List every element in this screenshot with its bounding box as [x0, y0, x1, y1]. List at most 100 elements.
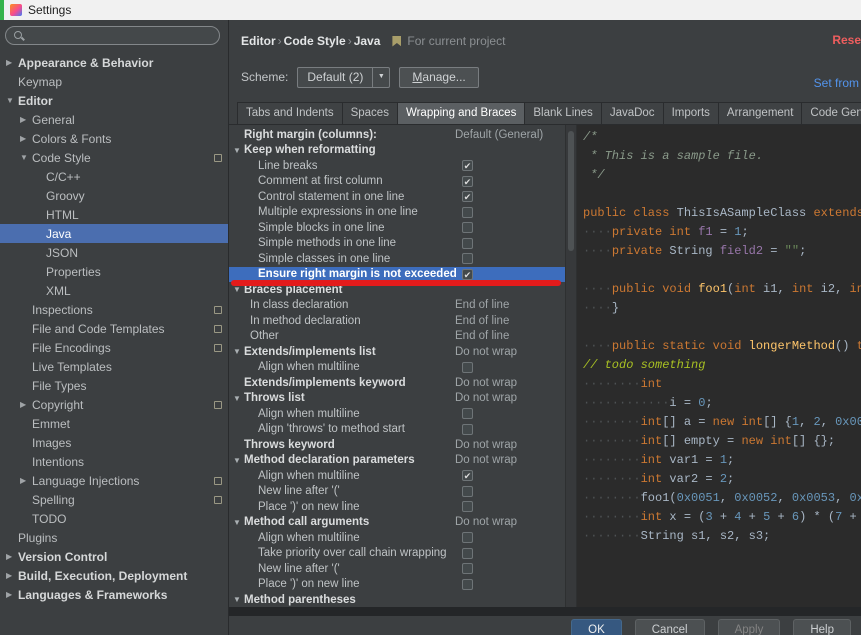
chevron-right-icon[interactable]: ▶ [20, 134, 32, 143]
manage-button[interactable]: Manage... [399, 67, 478, 88]
settings-row-new-line-after[interactable]: New line after '(' [229, 484, 565, 500]
settings-row-take-priority-over-call-chain-wrapping[interactable]: Take priority over call chain wrapping [229, 546, 565, 562]
sidebar-item-code-style[interactable]: ▼Code Style [0, 148, 228, 167]
tab-tabs-and-indents[interactable]: Tabs and Indents [237, 102, 343, 124]
chevron-right-icon[interactable]: ▶ [20, 400, 32, 409]
setting-value[interactable]: End of line [455, 330, 509, 342]
setting-value[interactable]: End of line [455, 299, 509, 311]
settings-row-method-call-arguments[interactable]: ▼Method call argumentsDo not wrap [229, 515, 565, 531]
checkbox-checked[interactable]: ✔ [462, 176, 473, 187]
sidebar-item-file-and-code-templates[interactable]: File and Code Templates [0, 319, 228, 338]
sidebar-item-language-injections[interactable]: ▶Language Injections [0, 471, 228, 490]
chevron-right-icon[interactable]: ▶ [6, 590, 18, 599]
chevron-right-icon[interactable]: ▶ [6, 571, 18, 580]
sidebar-item-file-encodings[interactable]: File Encodings [0, 338, 228, 357]
checkbox[interactable] [462, 253, 473, 264]
tab-arrangement[interactable]: Arrangement [718, 102, 802, 124]
sidebar-item-colors-fonts[interactable]: ▶Colors & Fonts [0, 129, 228, 148]
chevron-down-icon[interactable]: ▼ [233, 347, 244, 356]
tab-blank-lines[interactable]: Blank Lines [524, 102, 601, 124]
settings-row-in-class-declaration[interactable]: In class declarationEnd of line [229, 298, 565, 314]
settings-row-in-method-declaration[interactable]: In method declarationEnd of line [229, 313, 565, 329]
code-preview[interactable]: /* * This is a sample file. */ public cl… [577, 125, 861, 607]
sidebar-item-json[interactable]: JSON [0, 243, 228, 262]
sidebar-item-groovy[interactable]: Groovy [0, 186, 228, 205]
tab-javadoc[interactable]: JavaDoc [601, 102, 664, 124]
settings-row-control-statement-in-one-line[interactable]: Control statement in one line✔ [229, 189, 565, 205]
scheme-select[interactable]: Default (2) ▼ [297, 67, 390, 88]
help-button[interactable]: Help [793, 619, 851, 635]
breadcrumb-segment[interactable]: Editor [241, 34, 276, 48]
settings-row-align-when-multiline[interactable]: Align when multiline✔ [229, 468, 565, 484]
checkbox[interactable] [462, 532, 473, 543]
sidebar-item-plugins[interactable]: Plugins [0, 528, 228, 547]
search-box[interactable] [5, 26, 220, 45]
checkbox-checked[interactable]: ✔ [462, 269, 473, 280]
cancel-button[interactable]: Cancel [635, 619, 705, 635]
setting-value[interactable]: Do not wrap [455, 377, 517, 389]
setting-value[interactable]: Do not wrap [455, 346, 517, 358]
settings-row-simple-blocks-in-one-line[interactable]: Simple blocks in one line [229, 220, 565, 236]
chevron-down-icon[interactable]: ▼ [20, 153, 32, 162]
checkbox[interactable] [462, 563, 473, 574]
checkbox[interactable] [462, 362, 473, 373]
sidebar-item-images[interactable]: Images [0, 433, 228, 452]
checkbox[interactable] [462, 207, 473, 218]
setting-value[interactable]: Default (General) [455, 129, 543, 141]
settings-row-right-margin-columns[interactable]: Right margin (columns):Default (General) [229, 127, 565, 143]
chevron-right-icon[interactable]: ▶ [6, 58, 18, 67]
ok-button[interactable]: OK [571, 619, 622, 635]
settings-row-throws-keyword[interactable]: Throws keywordDo not wrap [229, 437, 565, 453]
settings-row-align-when-multiline[interactable]: Align when multiline [229, 360, 565, 376]
setting-value[interactable]: End of line [455, 315, 509, 327]
sidebar-item-languages-frameworks[interactable]: ▶Languages & Frameworks [0, 585, 228, 604]
checkbox-checked[interactable]: ✔ [462, 470, 473, 481]
tab-spaces[interactable]: Spaces [342, 102, 398, 124]
chevron-down-icon[interactable]: ▼ [233, 285, 244, 294]
breadcrumb-segment[interactable]: Code Style [284, 34, 346, 48]
sidebar-item-inspections[interactable]: Inspections [0, 300, 228, 319]
chevron-down-icon[interactable]: ▼ [233, 595, 244, 604]
settings-row-new-line-after[interactable]: New line after '(' [229, 561, 565, 577]
chevron-down-icon[interactable]: ▼ [6, 96, 18, 105]
settings-row-align-when-multiline[interactable]: Align when multiline [229, 406, 565, 422]
settings-row-align-when-multiline[interactable]: Align when multiline [229, 530, 565, 546]
checkbox[interactable] [462, 408, 473, 419]
search-input[interactable] [30, 29, 212, 43]
settings-row-method-declaration-parameters[interactable]: ▼Method declaration parametersDo not wra… [229, 453, 565, 469]
setting-value[interactable]: Do not wrap [455, 516, 517, 528]
sidebar-item-live-templates[interactable]: Live Templates [0, 357, 228, 376]
vertical-scrollbar[interactable] [565, 125, 577, 607]
settings-row-throws-list[interactable]: ▼Throws listDo not wrap [229, 391, 565, 407]
sidebar-item-version-control[interactable]: ▶Version Control [0, 547, 228, 566]
sidebar-item-spelling[interactable]: Spelling [0, 490, 228, 509]
setting-value[interactable]: Do not wrap [455, 454, 517, 466]
sidebar-item-todo[interactable]: TODO [0, 509, 228, 528]
settings-row-other[interactable]: OtherEnd of line [229, 329, 565, 345]
chevron-right-icon[interactable]: ▶ [20, 476, 32, 485]
sidebar-item-file-types[interactable]: File Types [0, 376, 228, 395]
settings-row-place-on-new-line[interactable]: Place ')' on new line [229, 499, 565, 515]
sidebar-item-xml[interactable]: XML [0, 281, 228, 300]
setting-value[interactable]: Do not wrap [455, 439, 517, 451]
sidebar-item-general[interactable]: ▶General [0, 110, 228, 129]
chevron-down-icon[interactable]: ▼ [233, 456, 244, 465]
checkbox[interactable] [462, 222, 473, 233]
sidebar-item-editor[interactable]: ▼Editor [0, 91, 228, 110]
settings-row-simple-methods-in-one-line[interactable]: Simple methods in one line [229, 236, 565, 252]
checkbox[interactable] [462, 486, 473, 497]
tab-imports[interactable]: Imports [663, 102, 719, 124]
settings-row-multiple-expressions-in-one-line[interactable]: Multiple expressions in one line [229, 205, 565, 221]
settings-row-place-on-new-line[interactable]: Place ')' on new line [229, 577, 565, 593]
tab-code-generation[interactable]: Code Generation [801, 102, 861, 124]
checkbox[interactable] [462, 548, 473, 559]
reset-link[interactable]: Rese [832, 33, 861, 47]
checkbox-checked[interactable]: ✔ [462, 191, 473, 202]
scrollbar-thumb[interactable] [568, 131, 574, 251]
settings-row-align-throws-to-method-start[interactable]: Align 'throws' to method start [229, 422, 565, 438]
settings-row-keep-when-reformatting[interactable]: ▼Keep when reformatting [229, 143, 565, 159]
sidebar-item-c-c[interactable]: C/C++ [0, 167, 228, 186]
settings-row-extends-implements-list[interactable]: ▼Extends/implements listDo not wrap [229, 344, 565, 360]
settings-row-method-parentheses[interactable]: ▼Method parentheses [229, 592, 565, 607]
settings-row-comment-at-first-column[interactable]: Comment at first column✔ [229, 174, 565, 190]
